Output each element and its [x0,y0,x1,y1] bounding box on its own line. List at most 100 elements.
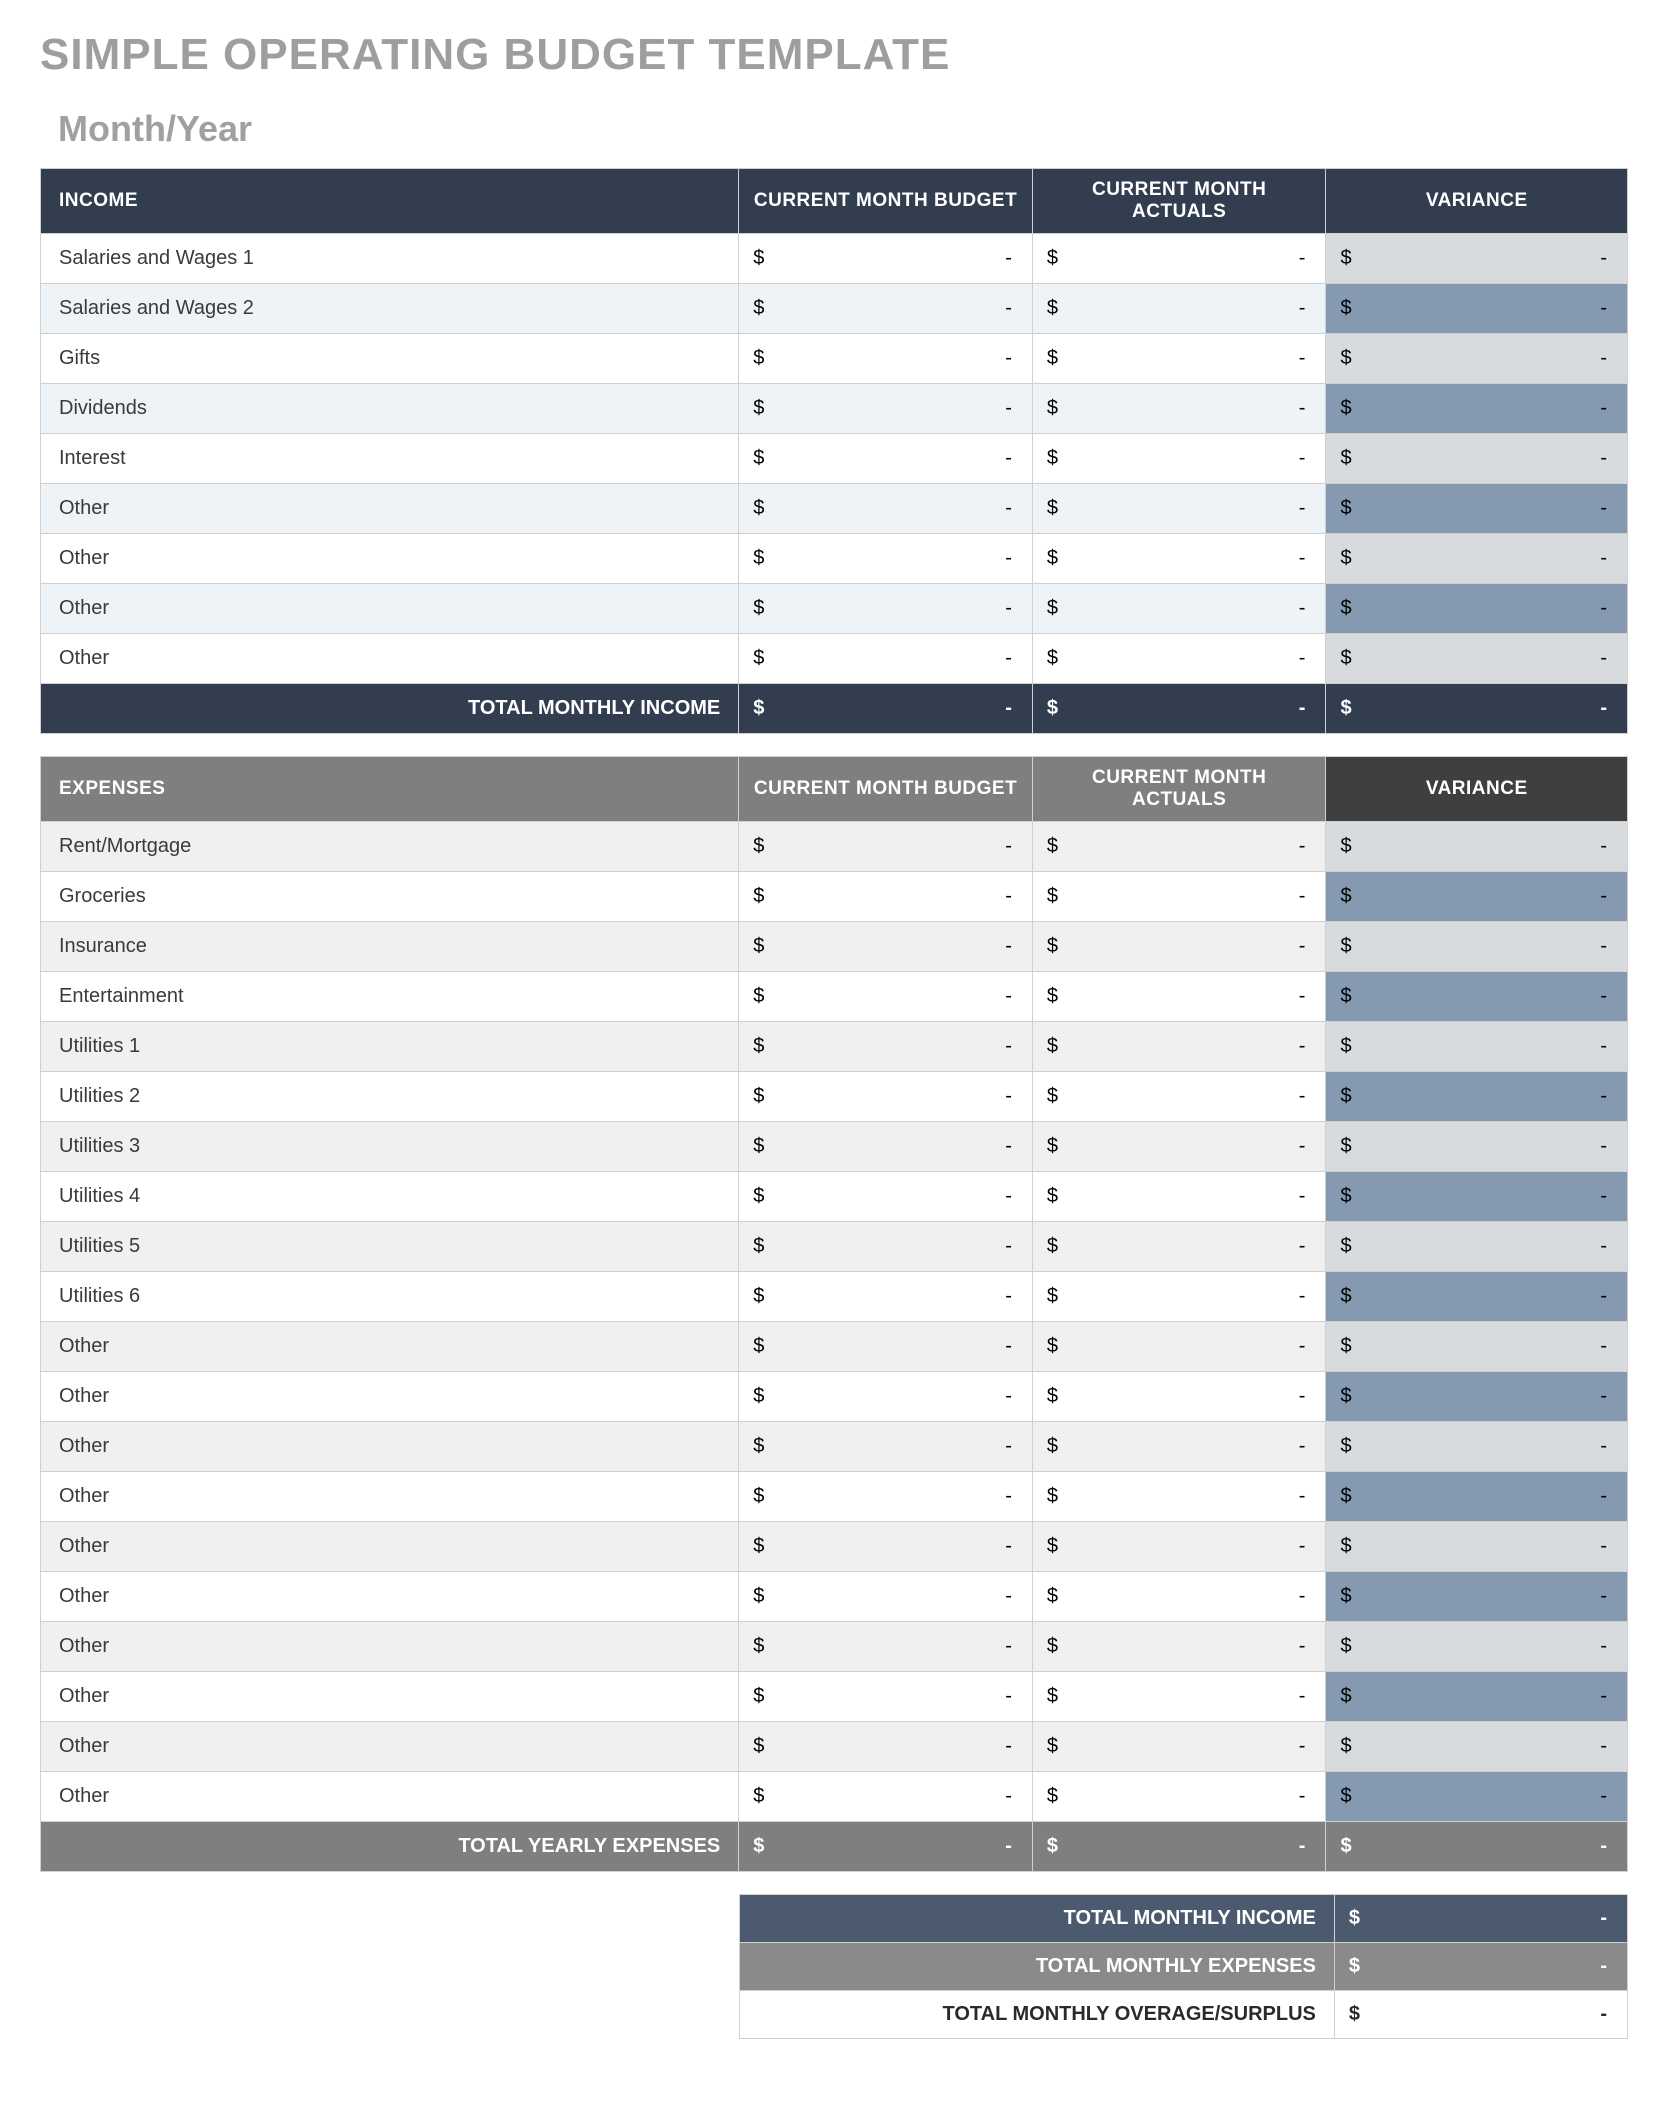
income-actuals-cell[interactable]: $- [1032,534,1326,584]
expense-row-label[interactable]: Other [41,1572,739,1622]
income-actuals-cell[interactable]: $- [1032,634,1326,684]
expense-actuals-cell[interactable]: $- [1032,1772,1326,1822]
expense-budget-cell[interactable]: $- [739,1072,1033,1122]
income-row-label[interactable]: Salaries and Wages 2 [41,284,739,334]
expense-actuals-cell[interactable]: $- [1032,1272,1326,1322]
income-actuals-cell[interactable]: $- [1032,434,1326,484]
expense-row-label[interactable]: Rent/Mortgage [41,822,739,872]
expense-budget-cell[interactable]: $- [739,1722,1033,1772]
expense-actuals-cell[interactable]: $- [1032,1322,1326,1372]
income-variance-cell[interactable]: $- [1326,434,1628,484]
expense-actuals-cell[interactable]: $- [1032,872,1326,922]
expense-budget-cell[interactable]: $- [739,872,1033,922]
expense-variance-cell[interactable]: $- [1326,1472,1628,1522]
expense-row-label[interactable]: Other [41,1622,739,1672]
expense-budget-cell[interactable]: $- [739,1522,1033,1572]
income-row-label[interactable]: Other [41,584,739,634]
income-actuals-cell[interactable]: $- [1032,484,1326,534]
income-budget-cell[interactable]: $- [739,634,1033,684]
expense-budget-cell[interactable]: $- [739,1622,1033,1672]
expense-variance-cell[interactable]: $- [1326,1672,1628,1722]
expense-actuals-cell[interactable]: $- [1032,1222,1326,1272]
expense-row-label[interactable]: Utilities 4 [41,1172,739,1222]
expense-actuals-cell[interactable]: $- [1032,1722,1326,1772]
expense-variance-cell[interactable]: $- [1326,1772,1628,1822]
income-budget-cell[interactable]: $- [739,334,1033,384]
expense-actuals-cell[interactable]: $- [1032,1622,1326,1672]
expense-row-label[interactable]: Entertainment [41,972,739,1022]
income-budget-cell[interactable]: $- [739,534,1033,584]
expense-row-label[interactable]: Insurance [41,922,739,972]
expense-row-label[interactable]: Other [41,1722,739,1772]
expense-actuals-cell[interactable]: $- [1032,1522,1326,1572]
expense-row-label[interactable]: Utilities 5 [41,1222,739,1272]
income-actuals-cell[interactable]: $- [1032,584,1326,634]
expense-variance-cell[interactable]: $- [1326,872,1628,922]
income-actuals-cell[interactable]: $- [1032,384,1326,434]
expense-variance-cell[interactable]: $- [1326,1572,1628,1622]
expense-variance-cell[interactable]: $- [1326,1022,1628,1072]
expense-budget-cell[interactable]: $- [739,972,1033,1022]
income-actuals-cell[interactable]: $- [1032,334,1326,384]
expense-budget-cell[interactable]: $- [739,1772,1033,1822]
expense-budget-cell[interactable]: $- [739,1272,1033,1322]
expense-variance-cell[interactable]: $- [1326,1122,1628,1172]
income-budget-cell[interactable]: $- [739,384,1033,434]
income-variance-cell[interactable]: $- [1326,334,1628,384]
expense-variance-cell[interactable]: $- [1326,1372,1628,1422]
expense-actuals-cell[interactable]: $- [1032,1122,1326,1172]
expense-actuals-cell[interactable]: $- [1032,1472,1326,1522]
expense-budget-cell[interactable]: $- [739,922,1033,972]
expense-row-label[interactable]: Other [41,1472,739,1522]
expense-actuals-cell[interactable]: $- [1032,1372,1326,1422]
expense-budget-cell[interactable]: $- [739,1172,1033,1222]
income-budget-cell[interactable]: $- [739,284,1033,334]
expense-variance-cell[interactable]: $- [1326,1622,1628,1672]
expense-variance-cell[interactable]: $- [1326,1422,1628,1472]
expense-row-label[interactable]: Utilities 6 [41,1272,739,1322]
expense-row-label[interactable]: Utilities 1 [41,1022,739,1072]
income-variance-cell[interactable]: $- [1326,584,1628,634]
expense-row-label[interactable]: Other [41,1772,739,1822]
expense-actuals-cell[interactable]: $- [1032,1422,1326,1472]
income-row-label[interactable]: Salaries and Wages 1 [41,234,739,284]
income-variance-cell[interactable]: $- [1326,384,1628,434]
expense-budget-cell[interactable]: $- [739,1122,1033,1172]
income-variance-cell[interactable]: $- [1326,534,1628,584]
expense-variance-cell[interactable]: $- [1326,1222,1628,1272]
expense-budget-cell[interactable]: $- [739,1022,1033,1072]
income-variance-cell[interactable]: $- [1326,234,1628,284]
income-budget-cell[interactable]: $- [739,434,1033,484]
expense-budget-cell[interactable]: $- [739,1422,1033,1472]
income-variance-cell[interactable]: $- [1326,484,1628,534]
expense-budget-cell[interactable]: $- [739,1322,1033,1372]
expense-budget-cell[interactable]: $- [739,1472,1033,1522]
expense-row-label[interactable]: Utilities 2 [41,1072,739,1122]
income-row-label[interactable]: Dividends [41,384,739,434]
expense-actuals-cell[interactable]: $- [1032,1022,1326,1072]
expense-variance-cell[interactable]: $- [1326,922,1628,972]
expense-variance-cell[interactable]: $- [1326,972,1628,1022]
expense-variance-cell[interactable]: $- [1326,1522,1628,1572]
expense-row-label[interactable]: Other [41,1522,739,1572]
expense-variance-cell[interactable]: $- [1326,1322,1628,1372]
expense-actuals-cell[interactable]: $- [1032,922,1326,972]
expense-budget-cell[interactable]: $- [739,1222,1033,1272]
income-variance-cell[interactable]: $- [1326,634,1628,684]
expense-variance-cell[interactable]: $- [1326,1722,1628,1772]
expense-actuals-cell[interactable]: $- [1032,822,1326,872]
income-row-label[interactable]: Other [41,484,739,534]
expense-variance-cell[interactable]: $- [1326,1272,1628,1322]
expense-actuals-cell[interactable]: $- [1032,1572,1326,1622]
income-actuals-cell[interactable]: $- [1032,234,1326,284]
expense-row-label[interactable]: Other [41,1422,739,1472]
expense-variance-cell[interactable]: $- [1326,822,1628,872]
expense-actuals-cell[interactable]: $- [1032,1172,1326,1222]
expense-variance-cell[interactable]: $- [1326,1072,1628,1122]
income-budget-cell[interactable]: $- [739,584,1033,634]
expense-budget-cell[interactable]: $- [739,1672,1033,1722]
income-row-label[interactable]: Gifts [41,334,739,384]
expense-row-label[interactable]: Utilities 3 [41,1122,739,1172]
expense-variance-cell[interactable]: $- [1326,1172,1628,1222]
income-budget-cell[interactable]: $- [739,484,1033,534]
